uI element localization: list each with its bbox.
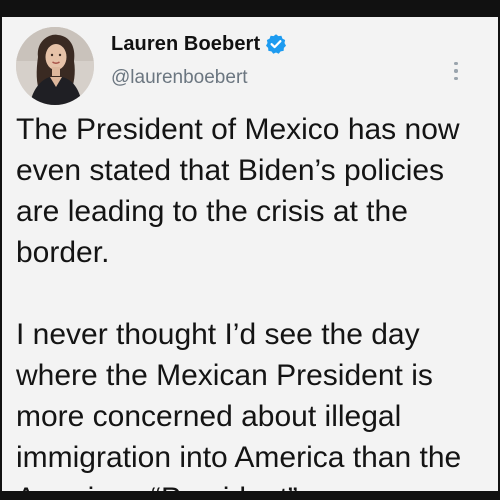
author-handle[interactable]: @laurenboebert: [111, 67, 248, 89]
verified-badge-icon: [265, 33, 287, 55]
tweet-text-line: immigration into America than the: [16, 441, 462, 474]
tweet-text-line: where the Mexican President is: [16, 359, 433, 392]
tweet-text-line: American “President”.: [16, 478, 494, 491]
tweet-text-line: border.: [16, 236, 110, 269]
avatar-photo: [16, 27, 94, 105]
more-dot: [454, 62, 458, 66]
more-dot: [454, 76, 458, 81]
tweet-text-line: The President of Mexico has now: [16, 113, 460, 146]
author-display-name[interactable]: Lauren Boebert: [111, 33, 260, 56]
tweet-text-line: are leading to the crisis at the: [16, 195, 408, 228]
tweet-text-line: even stated that Biden’s policies: [16, 154, 445, 187]
tweet-text: The President of Mexico has now even sta…: [16, 109, 494, 491]
more-dot: [454, 69, 458, 73]
tweet-text-line: I never thought I’d see the day: [16, 318, 420, 351]
avatar[interactable]: [16, 27, 94, 105]
tweet-card[interactable]: Lauren Boebert @laurenboebert The Presid…: [2, 17, 498, 491]
more-options-icon[interactable]: [448, 58, 464, 92]
screenshot-frame: Lauren Boebert @laurenboebert The Presid…: [0, 0, 500, 500]
tweet-text-line: more concerned about illegal: [16, 400, 402, 433]
